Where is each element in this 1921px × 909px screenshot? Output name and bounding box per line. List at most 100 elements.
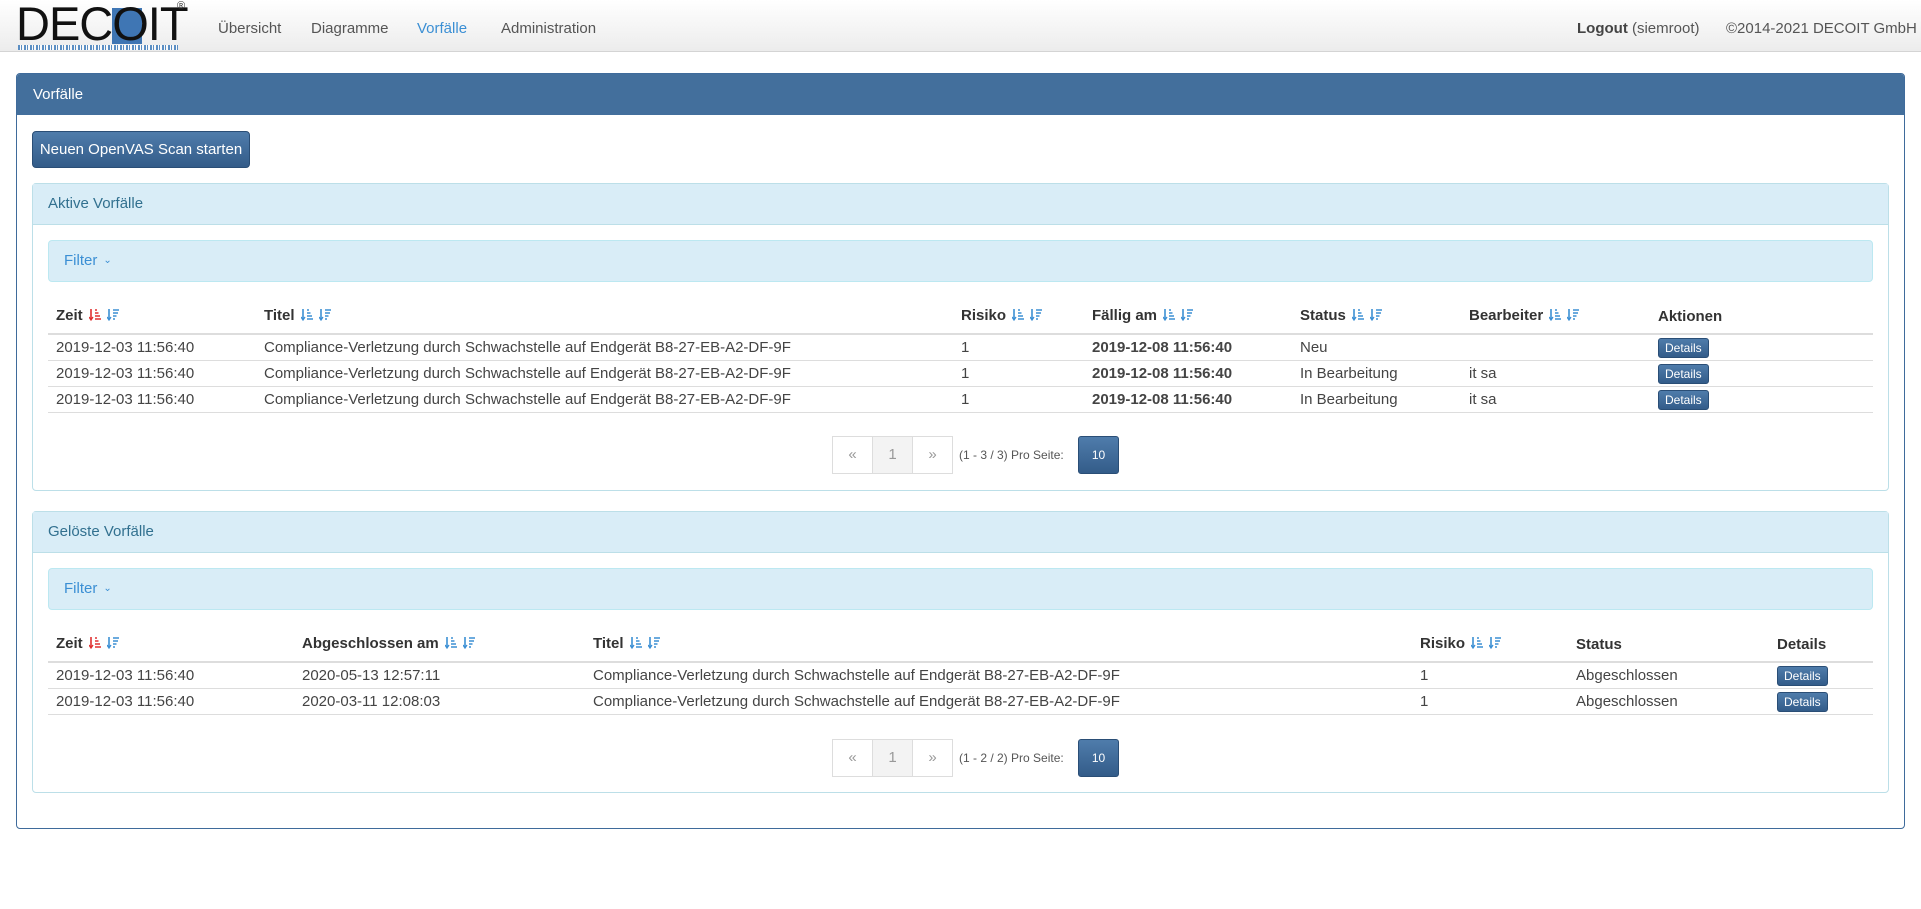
- sort-asc-icon[interactable]: [88, 636, 101, 653]
- sort-desc-icon[interactable]: [318, 308, 331, 325]
- active-incidents-table: Zeit Titel Risiko Fällig am Status Bearb…: [48, 299, 1873, 413]
- incidents-panel: Vorfälle Neuen OpenVAS Scan starten Akti…: [16, 73, 1905, 829]
- nav-item-administration[interactable]: Administration: [501, 0, 596, 52]
- resolved-incidents-table: Zeit Abgeschlossen am Titel Risiko Statu…: [48, 627, 1873, 715]
- sort-asc-icon[interactable]: [444, 636, 457, 653]
- nav-item-vorfaelle[interactable]: Vorfälle: [417, 0, 467, 52]
- details-button[interactable]: Details: [1658, 337, 1709, 358]
- sort-desc-icon[interactable]: [106, 308, 119, 325]
- col-header-titel: Titel: [256, 299, 953, 335]
- active-filter-toggle[interactable]: Filter ⌄: [48, 240, 1873, 282]
- active-incidents-title: Aktive Vorfälle: [33, 184, 1888, 225]
- start-openvas-scan-button[interactable]: Neuen OpenVAS Scan starten: [32, 131, 250, 168]
- cell-details: Details: [1769, 662, 1873, 689]
- cell-bearbeiter: [1461, 334, 1650, 361]
- resolved-incidents-panel: Gelöste Vorfälle Filter ⌄ Zeit Abgeschlos…: [32, 511, 1889, 793]
- sort-desc-icon[interactable]: [106, 636, 119, 653]
- filter-label: Filter: [64, 580, 98, 597]
- cell-risiko: 1: [1412, 688, 1568, 715]
- page-size-button[interactable]: 10: [1078, 436, 1119, 474]
- cell-risiko: 1: [953, 334, 1084, 361]
- col-header-status: Status: [1292, 299, 1461, 335]
- sort-asc-icon[interactable]: [300, 308, 313, 325]
- cell-zeit: 2019-12-03 11:56:40: [48, 688, 294, 715]
- cell-status: In Bearbeitung: [1292, 386, 1461, 413]
- cell-faellig: 2019-12-08 11:56:40: [1084, 386, 1292, 413]
- cell-risiko: 1: [1412, 662, 1568, 689]
- sort-asc-icon[interactable]: [1548, 308, 1562, 325]
- panel-title: Vorfälle: [17, 74, 1904, 115]
- cell-risiko: 1: [953, 386, 1084, 413]
- cell-bearbeiter: it sa: [1461, 360, 1650, 387]
- cell-status: Abgeschlossen: [1568, 662, 1769, 689]
- cell-zeit: 2019-12-03 11:56:40: [48, 334, 256, 361]
- logout-label: Logout: [1577, 20, 1628, 37]
- cell-titel: Compliance-Verletzung durch Schwachstell…: [585, 662, 1412, 689]
- sort-desc-icon[interactable]: [1566, 308, 1580, 325]
- active-incidents-panel: Aktive Vorfälle Filter ⌄ Zeit Titel Risik…: [32, 183, 1889, 491]
- resolved-filter-toggle[interactable]: Filter ⌄: [48, 568, 1873, 610]
- col-header-zeit: Zeit: [48, 299, 256, 335]
- page-size-button[interactable]: 10: [1078, 739, 1119, 777]
- active-pagination: « 1 » (1 - 3 / 3) Pro Seite: 10: [33, 436, 1888, 474]
- pagination-page-1[interactable]: 1: [872, 436, 913, 474]
- details-button[interactable]: Details: [1658, 389, 1709, 410]
- cell-bearbeiter: it sa: [1461, 386, 1650, 413]
- sort-asc-icon[interactable]: [629, 636, 642, 653]
- table-row: 2019-12-03 11:56:40 2020-03-11 12:08:03 …: [48, 688, 1873, 715]
- cell-titel: Compliance-Verletzung durch Schwachstell…: [256, 360, 953, 387]
- cell-zeit: 2019-12-03 11:56:40: [48, 360, 256, 387]
- sort-asc-icon[interactable]: [1351, 308, 1364, 325]
- decoit-logo[interactable]: DECOIT ®: [16, 0, 189, 50]
- sort-desc-icon[interactable]: [647, 636, 660, 653]
- pagination-prev[interactable]: «: [832, 739, 873, 777]
- cell-faellig: 2019-12-08 11:56:40: [1084, 334, 1292, 361]
- cell-abgeschlossen: 2020-03-11 12:08:03: [294, 688, 585, 715]
- cell-abgeschlossen: 2020-05-13 12:57:11: [294, 662, 585, 689]
- details-button[interactable]: Details: [1658, 363, 1709, 384]
- filter-label: Filter: [64, 252, 98, 269]
- col-header-faellig: Fällig am: [1084, 299, 1292, 335]
- nav-item-diagramme[interactable]: Diagramme: [311, 0, 389, 52]
- sort-asc-icon[interactable]: [1162, 308, 1176, 325]
- col-header-abgeschlossen: Abgeschlossen am: [294, 627, 585, 663]
- copyright-text: ©2014-2021 DECOIT GmbH: [1726, 20, 1917, 37]
- cell-titel: Compliance-Verletzung durch Schwachstell…: [256, 334, 953, 361]
- sort-desc-icon[interactable]: [1369, 308, 1382, 325]
- col-header-bearbeiter: Bearbeiter: [1461, 299, 1650, 335]
- sort-asc-icon[interactable]: [88, 308, 101, 325]
- sort-asc-icon[interactable]: [1470, 636, 1484, 653]
- cell-details: Details: [1769, 688, 1873, 715]
- nav-item-uebersicht[interactable]: Übersicht: [218, 0, 281, 52]
- logo-text: DECOIT: [16, 0, 189, 50]
- details-button[interactable]: Details: [1777, 691, 1828, 712]
- col-header-risiko: Risiko: [953, 299, 1084, 335]
- sort-desc-icon[interactable]: [462, 636, 475, 653]
- cell-aktionen: Details: [1650, 334, 1873, 361]
- logo-registered-mark: ®: [177, 0, 186, 12]
- cell-faellig: 2019-12-08 11:56:40: [1084, 360, 1292, 387]
- table-row: 2019-12-03 11:56:40 Compliance-Verletzun…: [48, 386, 1873, 413]
- sort-desc-icon[interactable]: [1488, 636, 1502, 653]
- sort-desc-icon[interactable]: [1029, 308, 1043, 325]
- col-header-titel: Titel: [585, 627, 1412, 663]
- pagination-page-1[interactable]: 1: [872, 739, 913, 777]
- cell-zeit: 2019-12-03 11:56:40: [48, 386, 256, 413]
- table-row: 2019-12-03 11:56:40 Compliance-Verletzun…: [48, 334, 1873, 361]
- pagination-prev[interactable]: «: [832, 436, 873, 474]
- details-button[interactable]: Details: [1777, 665, 1828, 686]
- col-header-risiko: Risiko: [1412, 627, 1568, 663]
- sort-desc-icon[interactable]: [1180, 308, 1194, 325]
- logout-link[interactable]: Logout (siemroot): [1577, 0, 1700, 52]
- cell-titel: Compliance-Verletzung durch Schwachstell…: [585, 688, 1412, 715]
- pagination-next[interactable]: »: [912, 436, 953, 474]
- sort-asc-icon[interactable]: [1011, 308, 1025, 325]
- current-user: (siemroot): [1631, 20, 1700, 37]
- pagination-next[interactable]: »: [912, 739, 953, 777]
- cell-titel: Compliance-Verletzung durch Schwachstell…: [256, 386, 953, 413]
- col-header-zeit: Zeit: [48, 627, 294, 663]
- chevron-down-icon: ⌄: [103, 583, 112, 594]
- col-header-details: Details: [1769, 627, 1873, 663]
- resolved-pagination: « 1 » (1 - 2 / 2) Pro Seite: 10: [33, 739, 1888, 777]
- table-row: 2019-12-03 11:56:40 2020-05-13 12:57:11 …: [48, 662, 1873, 689]
